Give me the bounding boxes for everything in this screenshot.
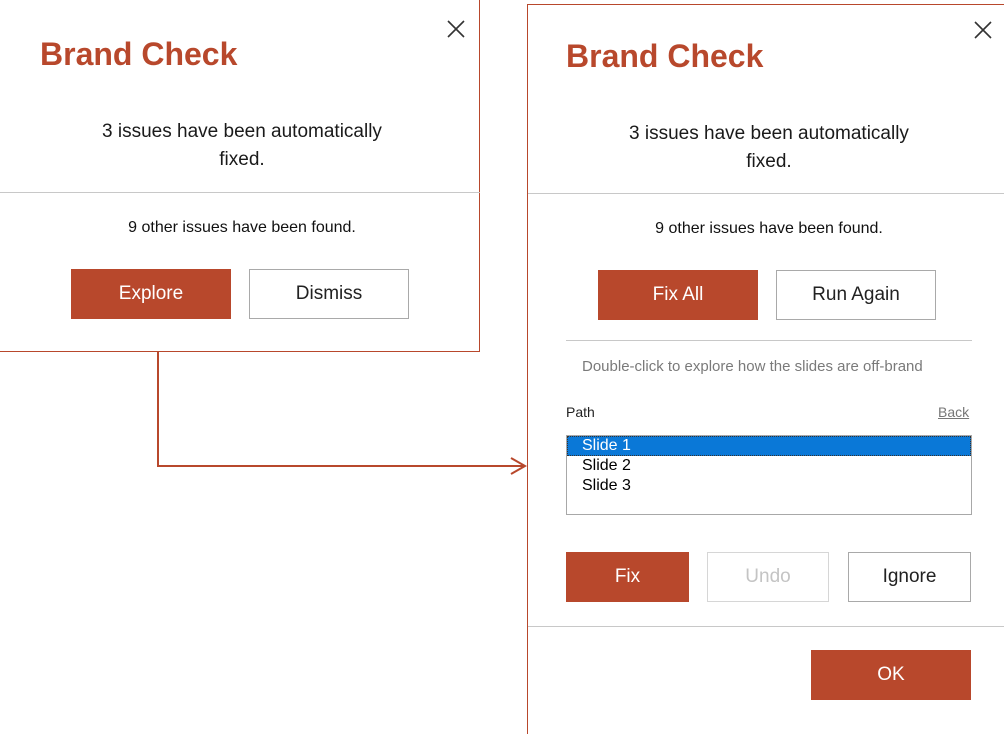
- brand-check-dialog-initial: Brand Check 3 issues have been automatic…: [0, 0, 480, 352]
- path-label: Path: [566, 404, 595, 420]
- divider: [0, 192, 480, 193]
- divider: [566, 340, 972, 341]
- run-again-button[interactable]: Run Again: [776, 270, 936, 320]
- fix-button[interactable]: Fix: [566, 552, 689, 602]
- list-item[interactable]: Slide 2: [567, 456, 971, 476]
- explore-button[interactable]: Explore: [71, 269, 231, 319]
- divider: [528, 626, 1004, 627]
- dismiss-button[interactable]: Dismiss: [249, 269, 409, 319]
- issues-found-text: 9 other issues have been found.: [655, 220, 883, 237]
- divider: [528, 193, 1004, 194]
- back-link[interactable]: Back: [938, 404, 969, 420]
- dialog-title: Brand Check: [566, 38, 764, 74]
- fix-all-button[interactable]: Fix All: [598, 270, 758, 320]
- list-item[interactable]: Slide 1: [567, 436, 971, 456]
- issues-found-text: 9 other issues have been found.: [128, 219, 356, 236]
- list-item[interactable]: Slide 3: [567, 476, 971, 496]
- explore-hint: Double-click to explore how the slides a…: [582, 358, 923, 375]
- dialog-title: Brand Check: [40, 36, 238, 72]
- ok-button[interactable]: OK: [811, 650, 971, 700]
- close-icon[interactable]: [972, 19, 994, 41]
- brand-check-dialog-explore: Brand Check 3 issues have been automatic…: [527, 4, 1004, 734]
- close-icon[interactable]: [445, 18, 467, 40]
- slide-listbox[interactable]: Slide 1 Slide 2 Slide 3: [566, 435, 972, 515]
- auto-fixed-message: 3 issues have been automatically fixed.: [629, 123, 909, 172]
- ignore-button[interactable]: Ignore: [848, 552, 971, 602]
- undo-button[interactable]: Undo: [707, 552, 829, 602]
- auto-fixed-message: 3 issues have been automatically fixed.: [102, 121, 382, 170]
